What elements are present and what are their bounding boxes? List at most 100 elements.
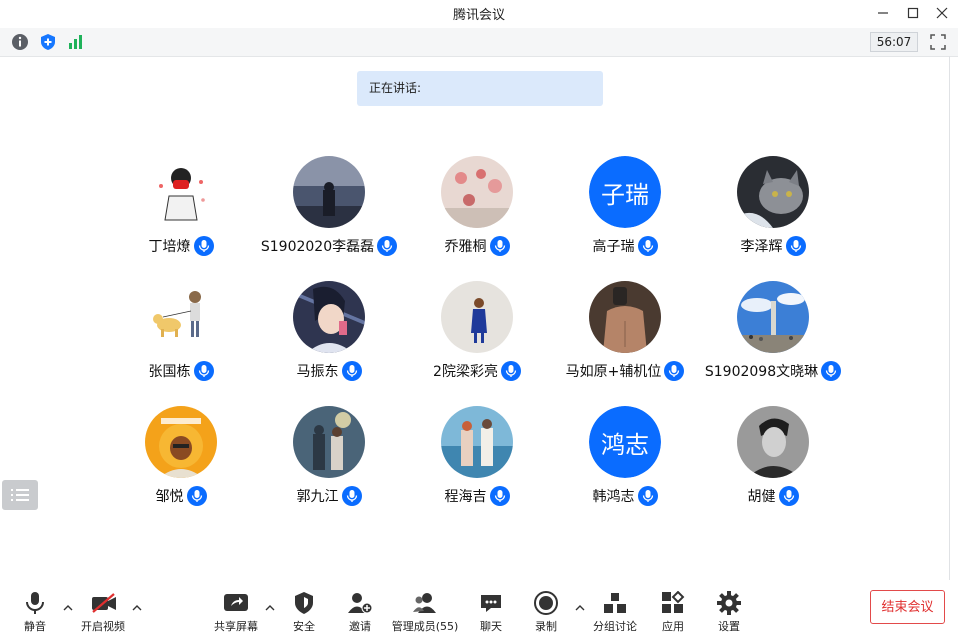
settings-button[interactable]: 设置	[713, 590, 745, 635]
security-button[interactable]: 安全	[288, 590, 320, 635]
apps-icon	[662, 591, 685, 613]
participant-tile[interactable]: 丁培燎	[107, 156, 255, 266]
cat-photo-avatar	[737, 156, 809, 228]
pink-flowers-photo-avatar	[441, 156, 513, 228]
participant-tile[interactable]: 程海吉	[403, 406, 551, 516]
fullscreen-icon	[930, 34, 946, 50]
participant-tile[interactable]: S1902020李磊磊	[255, 156, 403, 266]
avatar-initials: 鸿志	[589, 406, 661, 478]
meeting-info-button[interactable]	[10, 32, 30, 52]
video-off-icon	[92, 593, 116, 613]
title-bar: 腾讯会议	[0, 0, 958, 26]
add-user-icon	[348, 593, 373, 614]
security-label: 安全	[293, 620, 315, 633]
maximize-button[interactable]	[898, 0, 928, 26]
avatar	[145, 156, 217, 228]
participant-name: 韩鸿志	[592, 489, 635, 505]
microphone-icon	[26, 592, 44, 614]
avatar: 鸿志	[589, 406, 661, 478]
invite-label: 邀请	[349, 620, 371, 633]
participant-tile[interactable]: 鸿志 韩鸿志	[551, 406, 699, 516]
mic-status-icon	[341, 486, 362, 506]
mute-button[interactable]: 静音	[18, 590, 52, 635]
chevron-up-icon[interactable]	[574, 602, 586, 614]
avatar: 子瑞	[589, 156, 661, 228]
couple-beach-photo-avatar	[441, 406, 513, 478]
chevron-up-icon[interactable]	[131, 602, 143, 614]
avatar	[441, 406, 513, 478]
share-screen-label: 共享屏幕	[214, 620, 258, 633]
member-list-toggle[interactable]	[2, 480, 38, 510]
mic-status-icon	[637, 486, 658, 506]
close-button[interactable]	[927, 0, 957, 26]
start-video-label: 开启视频	[81, 620, 125, 633]
invite-button[interactable]: 邀请	[344, 590, 376, 635]
network-signal-button[interactable]	[66, 32, 86, 52]
breakout-rooms-label: 分组讨论	[593, 620, 637, 633]
participant-name: 张国栋	[148, 364, 191, 380]
chat-icon	[481, 595, 501, 612]
record-icon	[534, 591, 558, 615]
participant-name: 马如原+辅机位	[565, 364, 662, 380]
info-icon	[12, 34, 28, 50]
meeting-timer: 56:07	[870, 32, 918, 52]
participant-tile[interactable]: 张国栋	[107, 281, 255, 391]
participant-name: 邹悦	[155, 489, 184, 505]
participant-tile[interactable]: 李泽辉	[699, 156, 847, 266]
avatar	[737, 281, 809, 353]
black-white-portrait-avatar	[737, 406, 809, 478]
mic-status-icon	[664, 361, 685, 381]
signal-bars-icon	[69, 35, 82, 49]
end-meeting-button[interactable]: 结束会议	[870, 590, 945, 624]
speaking-indicator: 正在讲话:	[357, 71, 603, 106]
avatar-initials: 子瑞	[589, 156, 661, 228]
person-by-sea-photo-avatar	[293, 156, 365, 228]
minimize-button[interactable]	[868, 0, 898, 26]
mic-status-icon	[637, 236, 658, 256]
minimize-icon	[878, 12, 888, 14]
chat-button[interactable]: 聊天	[475, 590, 507, 635]
chevron-up-icon[interactable]	[264, 602, 276, 614]
participant-name: 胡健	[747, 489, 776, 505]
cartoon-dog-walk-avatar	[145, 281, 217, 353]
breakout-rooms-button[interactable]: 分组讨论	[590, 590, 640, 635]
participant-tile[interactable]: 乔雅桐	[403, 156, 551, 266]
avatar	[293, 156, 365, 228]
chevron-up-icon[interactable]	[62, 602, 74, 614]
breakout-rooms-icon	[604, 593, 626, 613]
settings-label: 设置	[718, 620, 740, 633]
close-icon	[936, 7, 948, 19]
participant-tile[interactable]: 马如原+辅机位	[551, 281, 699, 391]
monument-sky-photo-avatar	[737, 281, 809, 353]
participant-tile[interactable]: 郭九江	[255, 406, 403, 516]
start-video-button[interactable]: 开启视频	[78, 590, 128, 635]
chat-label: 聊天	[480, 620, 502, 633]
record-button[interactable]: 录制	[530, 590, 562, 635]
apps-button[interactable]: 应用	[657, 590, 689, 635]
share-screen-button[interactable]: 共享屏幕	[211, 590, 261, 635]
avatar	[441, 281, 513, 353]
avatar	[737, 406, 809, 478]
participant-name: S1902020李磊磊	[260, 239, 375, 255]
status-bar: 56:07	[0, 28, 958, 57]
participant-tile[interactable]: 2院梁彩亮	[403, 281, 551, 391]
mic-status-icon	[489, 486, 510, 506]
shield-icon	[295, 592, 313, 614]
mic-status-icon	[500, 361, 521, 381]
participant-name: 马振东	[296, 364, 339, 380]
participant-tile[interactable]: 马振东	[255, 281, 403, 391]
mic-status-icon	[193, 361, 214, 381]
participant-tile[interactable]: 邹悦	[107, 406, 255, 516]
participant-name: 丁培燎	[148, 239, 191, 255]
avatar	[589, 281, 661, 353]
security-status-button[interactable]	[38, 32, 58, 52]
couple-fireworks-photo-avatar	[293, 406, 365, 478]
manage-members-button[interactable]: 管理成员(55)	[392, 590, 458, 635]
window-title: 腾讯会议	[452, 8, 505, 23]
participant-tile[interactable]: S1902098文晓琳	[699, 281, 847, 391]
mic-status-icon	[193, 236, 214, 256]
gear-icon	[717, 591, 741, 615]
fullscreen-button[interactable]	[928, 32, 948, 52]
participant-tile[interactable]: 胡健	[699, 406, 847, 516]
participant-tile[interactable]: 子瑞 高子瑞	[551, 156, 699, 266]
